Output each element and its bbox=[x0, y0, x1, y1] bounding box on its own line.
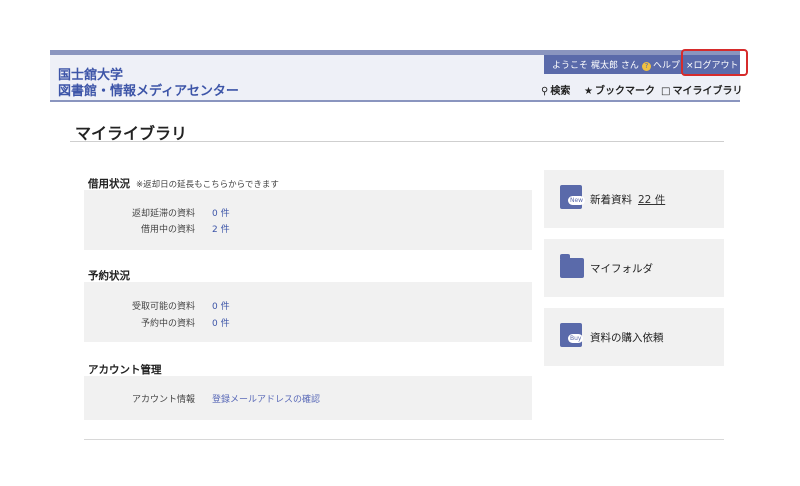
new-items-text: 新着資料 bbox=[590, 194, 632, 206]
overdue-count-link[interactable]: 0 件 bbox=[212, 206, 230, 219]
user-name: 太郎 さん bbox=[600, 61, 639, 71]
email-confirm-link[interactable]: 登録メールアドレスの確認 bbox=[212, 392, 320, 405]
new-tag: New bbox=[568, 196, 586, 205]
my-folder-label: マイフォルダ bbox=[590, 263, 653, 275]
lending-panel bbox=[84, 190, 532, 250]
new-items-count-link[interactable]: 22 件 bbox=[638, 194, 665, 206]
reserved-label: 予約中の資料 bbox=[140, 319, 195, 329]
help-icon: ? bbox=[642, 62, 651, 71]
new-items-label: 新着資料 22 件 bbox=[590, 192, 665, 207]
overdue-label: 返却延滞の資料 bbox=[131, 209, 195, 219]
nav-search[interactable]: ⚲ 検索 bbox=[541, 82, 570, 97]
lending-title: 借用状況 bbox=[88, 178, 130, 190]
library-icon: □ bbox=[661, 86, 671, 97]
search-icon: ⚲ bbox=[541, 86, 549, 97]
account-section-title: アカウント管理 bbox=[88, 364, 162, 376]
bookmark-icon: ★ bbox=[584, 86, 593, 97]
site-logo[interactable]: 国士舘大学 図書館・情報メディアセンター bbox=[58, 68, 239, 100]
reservation-panel bbox=[84, 282, 532, 342]
account-info-label: アカウント情報 bbox=[131, 395, 195, 405]
library-name: 図書館・情報メディアセンター bbox=[58, 84, 239, 99]
purchase-request-label: 資料の購入依頼 bbox=[590, 332, 664, 344]
help-label: ヘルプ bbox=[653, 61, 681, 71]
new-book-icon: New bbox=[560, 185, 586, 209]
buy-tag: Buy bbox=[568, 334, 584, 343]
my-folder-card[interactable]: マイフォルダ bbox=[544, 239, 724, 297]
nav-bookmark[interactable]: ★ ブックマーク bbox=[584, 82, 655, 97]
title-divider bbox=[70, 141, 724, 142]
pickup-ready-count-link[interactable]: 0 件 bbox=[212, 299, 230, 312]
folder-icon bbox=[560, 254, 584, 278]
reservation-section-title: 予約状況 bbox=[88, 270, 130, 282]
pickup-ready-label: 受取可能の資料 bbox=[131, 302, 195, 312]
borrowed-label: 借用中の資料 bbox=[140, 225, 195, 235]
nav-my-library-label: マイライブラリ bbox=[672, 86, 743, 97]
reserved-count-link[interactable]: 0 件 bbox=[212, 316, 230, 329]
welcome-text: ようこそ 梶 bbox=[552, 61, 600, 71]
nav-search-label: 検索 bbox=[550, 86, 571, 97]
header-divider bbox=[50, 100, 740, 102]
nav-bookmark-label: ブックマーク bbox=[594, 86, 655, 97]
lending-section-title: 借用状況 ※返却日の延長もこちらからできます bbox=[88, 176, 279, 191]
lending-note: ※返却日の延長もこちらからできます bbox=[136, 180, 279, 190]
logout-highlight-box bbox=[681, 49, 748, 76]
borrowed-count-link[interactable]: 2 件 bbox=[212, 222, 230, 235]
purchase-request-card[interactable]: Buy 資料の購入依頼 bbox=[544, 308, 724, 366]
nav-my-library[interactable]: □ マイライブラリ bbox=[661, 82, 742, 97]
help-link[interactable]: ? ヘルプ bbox=[642, 58, 680, 71]
new-items-card[interactable]: New 新着資料 22 件 bbox=[544, 170, 724, 228]
buy-book-icon: Buy bbox=[560, 323, 584, 347]
university-name: 国士舘大学 bbox=[58, 68, 124, 83]
footer-divider bbox=[84, 439, 724, 440]
